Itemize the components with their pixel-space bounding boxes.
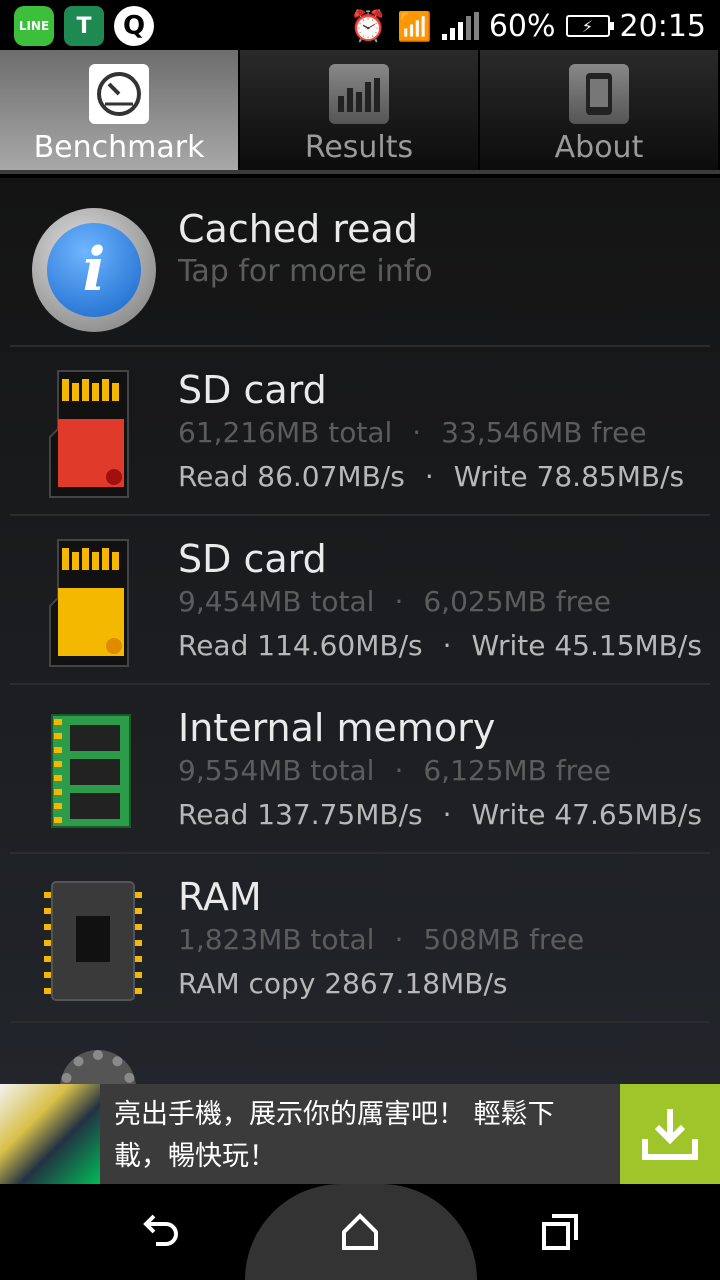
item-total: 61,216MB total xyxy=(178,416,393,449)
info-icon: i xyxy=(32,208,156,332)
navigation-bar xyxy=(0,1184,720,1280)
sd-card-red-icon xyxy=(49,370,129,498)
item-total: 9,454MB total xyxy=(178,585,375,618)
tab-about[interactable]: About xyxy=(480,50,720,170)
line-app-icon: LINE xyxy=(14,6,54,46)
item-title: Internal memory xyxy=(178,706,496,750)
memory-chip-icon xyxy=(51,714,131,828)
item-title: SD card xyxy=(178,537,327,581)
speedometer-icon xyxy=(89,64,149,124)
back-icon xyxy=(143,1214,178,1246)
download-icon xyxy=(642,1109,698,1160)
item-read: Read 86.07MB/s xyxy=(178,460,405,493)
info-subtitle: Tap for more info xyxy=(178,254,433,289)
ad-line-1: 亮出手機，展示你的厲害吧！ 輕鬆下 xyxy=(114,1099,555,1130)
ad-banner[interactable]: 亮出手機，展示你的厲害吧！ 輕鬆下 載，暢快玩！ xyxy=(0,1084,720,1184)
separator: · xyxy=(442,629,452,662)
list-item[interactable]: RAM 1,823MB total · 508MB free RAM copy 28… xyxy=(10,854,710,1023)
ad-game-image xyxy=(0,1084,100,1184)
home-button[interactable] xyxy=(336,1208,384,1256)
ram-chip-icon xyxy=(44,881,142,1001)
phone-icon xyxy=(569,64,629,124)
ad-line-2: 載，暢快玩！ xyxy=(114,1141,276,1172)
separator: · xyxy=(394,585,404,618)
list-item[interactable]: SD card 9,454MB total · 6,025MB free Read … xyxy=(10,516,710,685)
info-title: Cached read xyxy=(178,207,418,251)
item-read: Read 114.60MB/s xyxy=(178,629,423,662)
tab-label: Benchmark xyxy=(33,130,205,165)
item-total: 1,823MB total xyxy=(178,923,375,956)
tab-label: Results xyxy=(304,130,414,165)
clock: 20:15 xyxy=(619,8,706,44)
benchmark-list: i Cached read Tap for more info SD card … xyxy=(0,178,720,1084)
item-free: 6,125MB free xyxy=(423,754,611,787)
item-title: SD card xyxy=(178,368,327,412)
sd-card-yellow-icon xyxy=(49,539,129,667)
separator: · xyxy=(412,416,422,449)
gear-icon xyxy=(60,1050,136,1084)
tab-benchmark[interactable]: Benchmark xyxy=(0,50,240,170)
item-total: 9,554MB total xyxy=(178,754,375,787)
wifi-icon: 📶 xyxy=(396,9,432,43)
list-item[interactable]: SD card 61,216MB total · 33,546MB free Rea… xyxy=(10,347,710,516)
item-write: Write 47.65MB/s xyxy=(471,798,702,831)
item-write: Write 45.15MB/s xyxy=(471,629,702,662)
item-free: 6,025MB free xyxy=(423,585,611,618)
tab-results[interactable]: Results xyxy=(240,50,480,170)
item-write: Write 78.85MB/s xyxy=(453,460,685,493)
signal-icon xyxy=(441,12,479,40)
recent-apps-icon xyxy=(542,1214,578,1250)
separator: · xyxy=(394,923,404,956)
separator: · xyxy=(442,798,452,831)
battery-percent: 60% xyxy=(488,8,556,44)
download-button[interactable] xyxy=(620,1084,720,1184)
q-app-icon: Q xyxy=(114,6,154,46)
status-bar: LINE T Q ⏰ 📶 60% ⚡ 20:15 xyxy=(0,0,720,50)
item-read: Read 137.75MB/s xyxy=(178,798,423,831)
separator: · xyxy=(394,754,404,787)
shield-app-icon: T xyxy=(64,6,104,46)
item-title: RAM xyxy=(178,875,262,919)
item-read: RAM copy 2867.18MB/s xyxy=(178,967,508,1000)
separator: · xyxy=(424,460,434,493)
tab-bar: Benchmark Results About xyxy=(0,50,720,174)
alarm-icon: ⏰ xyxy=(349,8,387,44)
list-item[interactable]: Internal memory 9,554MB total · 6,125MB fr… xyxy=(10,685,710,854)
item-free: 508MB free xyxy=(423,923,585,956)
info-row[interactable]: i Cached read Tap for more info xyxy=(10,178,710,347)
ad-text: 亮出手機，展示你的厲害吧！ 輕鬆下 載，暢快玩！ xyxy=(114,1094,594,1178)
recent-apps-button[interactable] xyxy=(536,1208,584,1256)
bar-chart-icon xyxy=(329,64,389,124)
back-button[interactable] xyxy=(136,1208,184,1256)
tab-label: About xyxy=(554,130,644,165)
battery-icon: ⚡ xyxy=(565,15,614,37)
home-icon xyxy=(342,1213,378,1250)
item-free: 33,546MB free xyxy=(441,416,647,449)
